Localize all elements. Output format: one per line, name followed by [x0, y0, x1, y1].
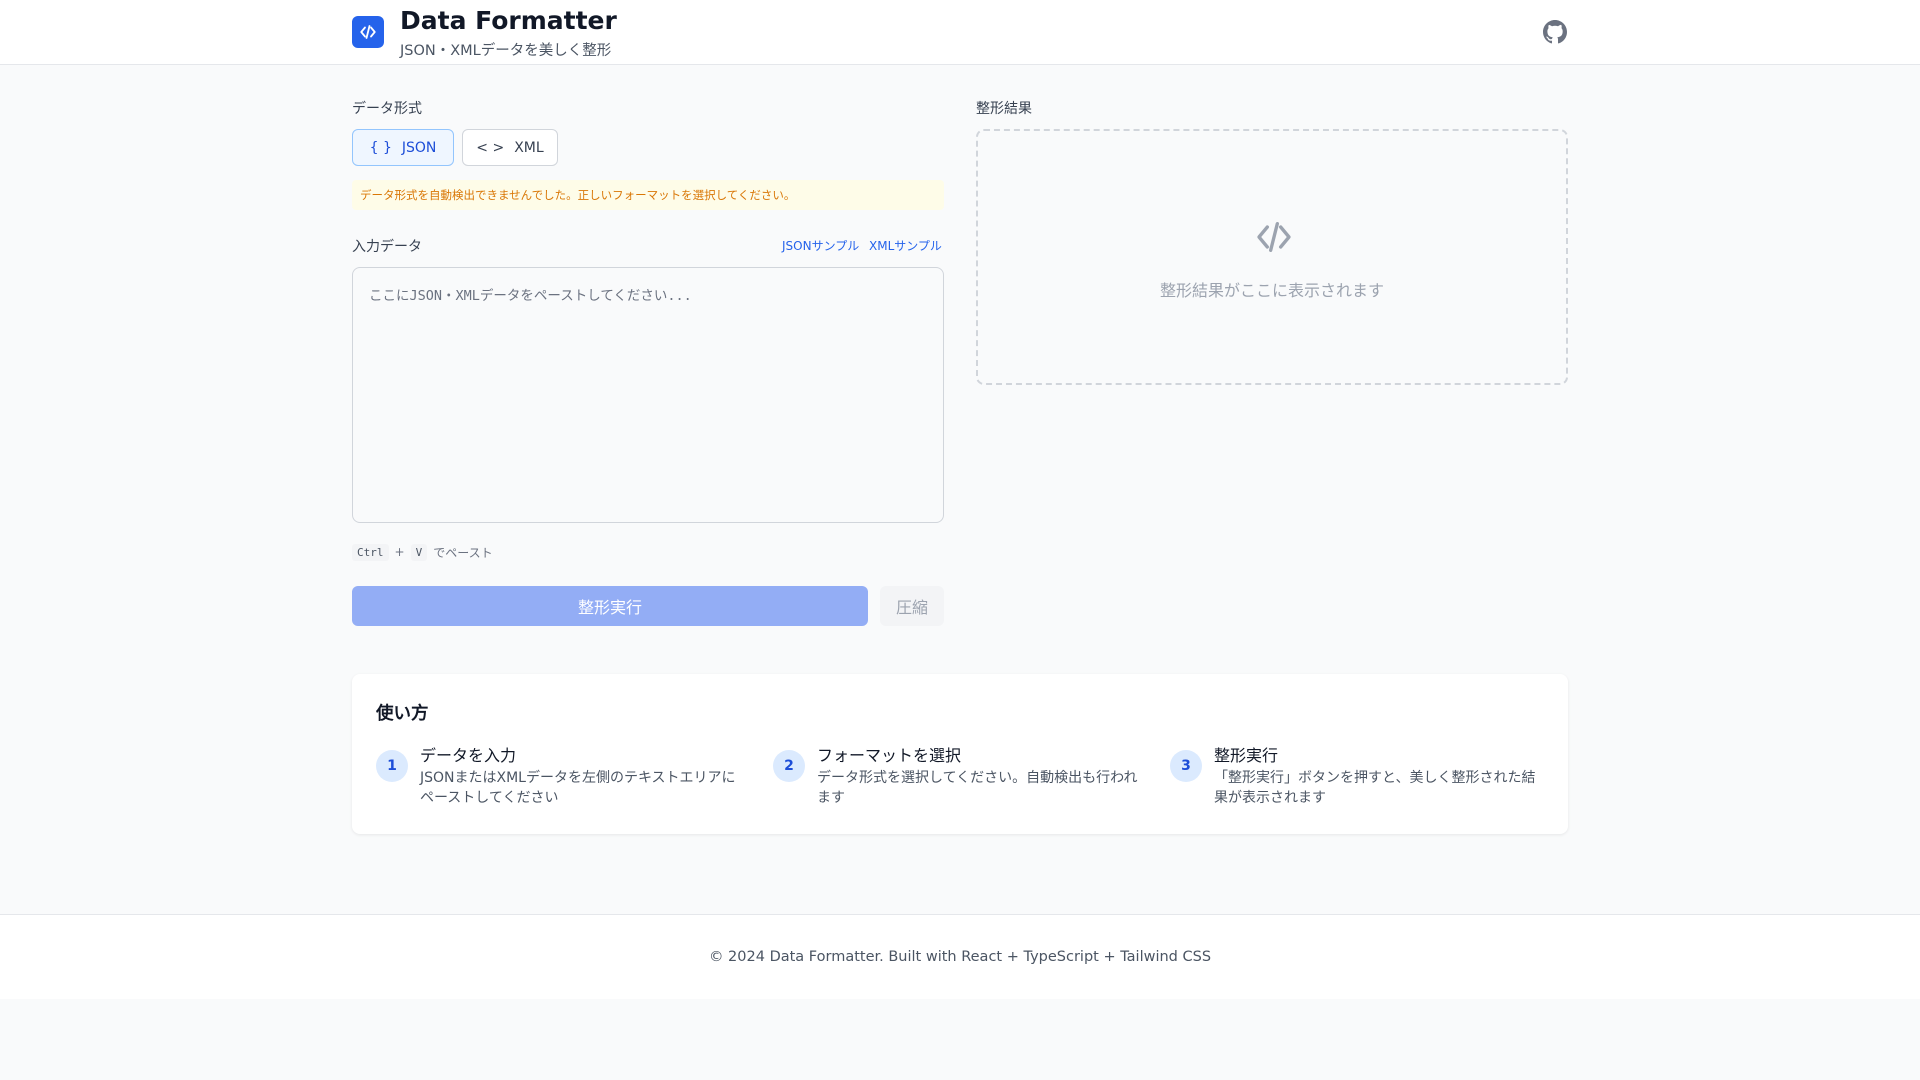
step-description: JSONまたはXMLデータを左側のテキストエリアにペーストしてください — [420, 770, 736, 806]
github-link[interactable] — [1542, 19, 1568, 45]
code-icon — [1257, 222, 1291, 252]
xml-format-label: XML — [514, 139, 544, 156]
format-warning: データ形式を自動検出できませんでした。正しいフォーマットを選択してください。 — [352, 180, 944, 210]
json-format-button[interactable]: { } JSON — [352, 129, 454, 166]
step-description: 「整形実行」ボタンを押すと、美しく整形された結果が表示されます — [1214, 770, 1536, 806]
ctrl-key: Ctrl — [352, 543, 389, 561]
howto-title: 使い方 — [376, 704, 429, 724]
xml-format-icon: < > — [476, 139, 505, 156]
footer-text: © 2024 Data Formatter. Built with React … — [708, 949, 1212, 965]
v-key: V — [410, 543, 428, 561]
hint-text: でペースト — [433, 545, 493, 560]
hint-plus: + — [394, 545, 405, 559]
result-placeholder: 整形結果がここに表示されます — [1159, 281, 1384, 300]
json-format-label: JSON — [401, 139, 437, 156]
data-input[interactable] — [352, 267, 944, 523]
step-number: 2 — [773, 750, 805, 782]
json-sample-link[interactable]: JSONサンプル — [782, 237, 859, 254]
minify-button[interactable]: 圧縮 — [880, 586, 944, 626]
github-icon — [1543, 20, 1567, 44]
format-label: データ形式 — [352, 101, 422, 117]
xml-sample-link[interactable]: XMLサンプル — [869, 237, 942, 254]
step-title: 整形実行 — [1214, 746, 1279, 765]
step-description: データ形式を選択してください。自動検出も行われます — [817, 770, 1138, 806]
app-title: Data Formatter — [400, 6, 617, 35]
app-subtitle: JSON・XMLデータを美しく整形 — [400, 43, 612, 59]
paste-hint: Ctrl + V でペースト — [352, 542, 493, 562]
step-title: データを入力 — [420, 746, 517, 765]
footer: © 2024 Data Formatter. Built with React … — [0, 914, 1920, 999]
result-label: 整形結果 — [976, 101, 1032, 117]
json-format-icon: { } — [369, 139, 392, 156]
format-run-button[interactable]: 整形実行 — [352, 586, 868, 626]
xml-format-button[interactable]: < > XML — [462, 129, 558, 166]
input-label: 入力データ — [352, 239, 422, 255]
step-number: 1 — [376, 750, 408, 782]
result-area: 整形結果がここに表示されます — [976, 129, 1568, 385]
step-number: 3 — [1170, 750, 1202, 782]
step-title: フォーマットを選択 — [817, 746, 962, 765]
howto-section: 使い方 1 データを入力 JSONまたはXMLデータを左側のテキストエリアにペー… — [352, 674, 1568, 834]
code-icon — [352, 16, 384, 48]
app-header: Data Formatter JSON・XMLデータを美しく整形 — [0, 0, 1920, 65]
